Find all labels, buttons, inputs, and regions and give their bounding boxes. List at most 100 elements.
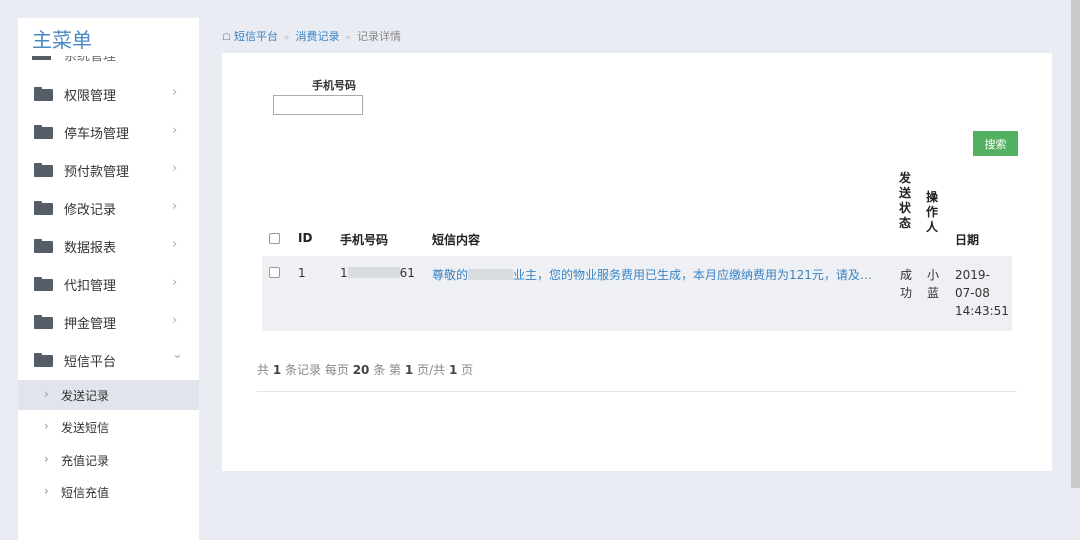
folder-icon [34,201,53,215]
sidebar-item-label: 修改记录 [64,203,117,218]
folder-icon [34,277,53,291]
sidebar-item-label: 代扣管理 [64,279,117,294]
cell-date: 2019- 07-08 14:43:51 [955,266,1009,320]
search-button[interactable]: 搜索 [973,131,1018,156]
sidebar-item-withholding[interactable]: 代扣管理 › [18,265,199,303]
sidebar-subitem-label: 充值记录 [61,454,110,468]
breadcrumb: ☖ 短信平台 » 消费记录 » 记录详情 [222,28,401,44]
chevron-right-icon: › [44,484,49,498]
chevron-right-icon: › [172,199,178,214]
cell-operator: 小 蓝 [927,266,939,302]
phone-filter-input[interactable] [273,95,363,115]
sidebar-subitem-label: 短信充值 [61,486,110,500]
cell-phone-suffix: 61 [399,266,415,280]
redacted-block [468,269,514,280]
pager-text: 页/共 [417,363,446,377]
folder-icon [34,315,53,329]
cell-operator-char: 蓝 [927,286,940,300]
chevron-down-icon: ⌄ [172,347,183,362]
sidebar-item-parking[interactable]: 停车场管理 › [18,113,199,151]
sidebar-item-label: 押金管理 [64,317,117,332]
pager-text: 页 [461,363,474,377]
row-checkbox[interactable] [269,267,280,278]
sidebar-title: 主菜单 [32,26,192,56]
chevron-right-icon: › [172,161,178,176]
cell-content-link[interactable]: 尊敬的 业主，您的物业服务费用已生成，本月应缴纳费用为121元，请及… [432,266,884,283]
pager-page-size: 20 [352,363,370,377]
breadcrumb-link-consumption[interactable]: 消费记录 [295,30,339,43]
folder-icon [34,87,53,101]
folder-icon [34,163,53,177]
sidebar-item-sms-platform[interactable]: 短信平台 ⌄ [18,341,199,379]
breadcrumb-link-sms-platform[interactable]: 短信平台 [234,30,278,43]
chevron-right-icon: › [44,387,49,401]
column-header-operator-char: 人 [925,220,938,234]
cell-status-char: 成 [900,268,913,282]
cell-id: 1 [298,266,306,280]
pager-text: 条 第 [373,363,402,377]
cell-phone-prefix: 1 [340,266,348,280]
sidebar-item-label: 短信平台 [64,355,117,370]
redacted-block [347,267,400,278]
sidebar-subitem-send-records[interactable]: › 发送记录 [18,380,199,410]
column-header-date: 日期 [955,233,980,247]
cell-status-char: 功 [900,286,913,300]
cell-operator-char: 小 [927,268,940,282]
pager-total-records: 1 [272,363,282,377]
phone-filter-label: 手机号码 [312,79,356,92]
chevron-right-icon: › [172,313,178,328]
column-header-operator: 操 作 人 [925,190,939,235]
column-header-operator-char: 作 [925,205,938,219]
main-panel: 手机号码 搜索 ID 手机号码 短信内容 发 送 状 态 操 作 人 日期 1 … [222,53,1052,471]
chevron-right-icon: › [172,85,178,100]
pager-text: 共 [257,363,270,377]
folder-icon [34,353,53,367]
chevron-right-icon: › [172,123,178,138]
sidebar-subitem-send-sms[interactable]: › 发送短信 [18,412,199,442]
sidebar-item-modify-log[interactable]: 修改记录 › [18,189,199,227]
folder-icon [34,125,53,139]
pager-total-pages: 1 [448,363,458,377]
sidebar-item-label: 权限管理 [64,89,117,104]
cell-content-suffix: 业主，您的物业服务费用已生成，本月应缴纳费用为121元，请及… [513,268,872,282]
pager-text: 条记录 每页 [285,363,349,377]
cell-date-line: 14:43:51 [955,304,1009,318]
chevron-right-icon: › [44,419,49,433]
sidebar-item-reports[interactable]: 数据报表 › [18,227,199,265]
column-header-status-char: 发 [898,171,911,185]
cell-phone: 1 61 [340,266,415,280]
folder-icon [34,239,53,253]
column-header-status: 发 送 状 态 [898,171,912,231]
home-icon: ☖ [222,32,231,43]
column-header-status-char: 状 [898,201,911,215]
cell-status: 成 功 [900,266,912,302]
column-header-phone: 手机号码 [340,233,389,247]
pagination-info: 共 1 条记录 每页 20 条 第 1 页/共 1 页 [257,361,473,378]
sidebar-item-label: 预付款管理 [64,165,130,180]
chevron-right-icon: › [44,452,49,466]
cell-content-prefix: 尊敬的 [432,268,469,282]
divider [257,391,1017,392]
sidebar-item-label: 数据报表 [64,241,117,256]
sidebar: 主菜单 系统管理 权限管理 › 停车场管理 › 预付款管理 › 修改记录 › 数… [18,18,199,540]
sidebar-item-permissions[interactable]: 权限管理 › [18,75,199,113]
chevron-right-icon: › [172,275,178,290]
sidebar-subitem-sms-recharge[interactable]: › 短信充值 [18,477,199,507]
cell-date-line: 2019- [955,268,990,282]
cell-date-line: 07-08 [955,286,990,300]
scrollbar-track [1071,488,1080,540]
chevron-right-icon: › [172,237,178,252]
sidebar-subitem-label: 发送记录 [61,389,110,403]
breadcrumb-current: 记录详情 [357,30,401,43]
column-header-operator-char: 操 [925,190,938,204]
column-header-id: ID [298,231,313,245]
column-header-status-char: 送 [898,186,911,200]
column-header-content: 短信内容 [432,233,481,247]
select-all-checkbox[interactable] [269,233,280,244]
sidebar-item-prepaid[interactable]: 预付款管理 › [18,151,199,189]
sidebar-item-deposit[interactable]: 押金管理 › [18,303,199,341]
breadcrumb-separator: » [345,33,351,43]
sidebar-subitem-recharge-records[interactable]: › 充值记录 [18,445,199,475]
breadcrumb-separator: » [283,33,290,43]
vertical-scrollbar[interactable] [1071,0,1080,540]
